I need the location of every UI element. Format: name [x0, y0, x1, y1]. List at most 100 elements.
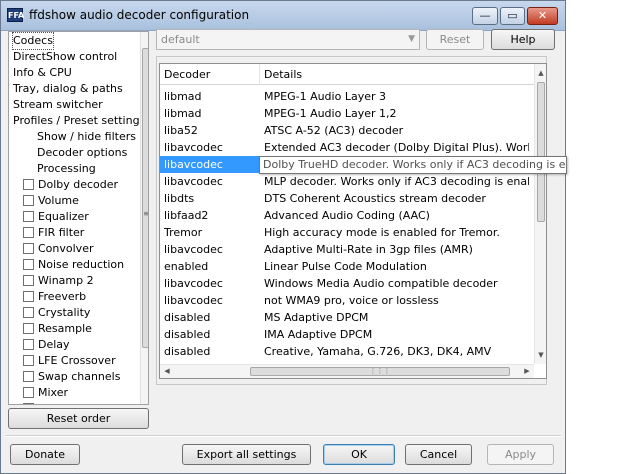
- sidebar-item[interactable]: Winamp 2: [23, 273, 94, 289]
- filter-checkbox[interactable]: [23, 211, 34, 222]
- list-hscroll-thumb[interactable]: ⋮⋮⋮: [250, 367, 510, 376]
- filter-checkbox[interactable]: [23, 355, 34, 366]
- scroll-up-arrow-icon[interactable]: ▲: [535, 66, 546, 80]
- column-header-details[interactable]: Details: [260, 64, 534, 85]
- maximize-button[interactable]: ▭: [500, 7, 525, 25]
- filter-checkbox[interactable]: [23, 275, 34, 286]
- filter-checkbox[interactable]: [23, 195, 34, 206]
- reset-button[interactable]: Reset: [426, 29, 484, 50]
- decoder-row[interactable]: enabled Linear Pulse Code Modulation: [160, 258, 534, 275]
- help-button[interactable]: Help: [491, 29, 555, 50]
- filter-checkbox[interactable]: [23, 259, 34, 270]
- sidebar-item[interactable]: Convolver: [23, 241, 93, 257]
- decoder-row[interactable]: libmad MPEG-1 Audio Layer 3: [160, 88, 534, 105]
- sidebar-item[interactable]: Mixer: [23, 385, 68, 401]
- sidebar-item[interactable]: OSD: [23, 401, 62, 404]
- filter-checkbox[interactable]: [23, 403, 34, 404]
- sidebar-item[interactable]: Stream switcher: [13, 97, 103, 113]
- cancel-button[interactable]: Cancel: [405, 444, 472, 465]
- decoder-cell[interactable]: libfaad2: [164, 207, 256, 224]
- export-all-settings-button[interactable]: Export all settings: [182, 444, 311, 465]
- settings-tree[interactable]: Codecs DirectShow control Info & CPU Tray, …: [8, 31, 149, 405]
- decoder-row[interactable]: liba52 ATSC A-52 (AC3) decoder: [160, 122, 534, 139]
- decoder-row[interactable]: libavcodec MLP decoder. Works only if AC3…: [160, 173, 534, 190]
- decoder-row[interactable]: libavcodec not WMA9 pro, voice or lossles…: [160, 292, 534, 309]
- sidebar-item[interactable]: Show / hide filters: [37, 129, 136, 145]
- decoder-row[interactable]: Tremor High accuracy mode is enabled for …: [160, 224, 534, 241]
- scroll-down-arrow-icon[interactable]: ▼: [535, 348, 546, 362]
- decoder-cell[interactable]: libavcodec: [164, 241, 256, 258]
- sidebar-item[interactable]: Crystality: [23, 305, 90, 321]
- column-header-decoder[interactable]: Decoder: [160, 64, 260, 85]
- decoder-cell[interactable]: libavcodec: [160, 156, 260, 173]
- sidebar-item[interactable]: Freeverb: [23, 289, 86, 305]
- decoder-cell[interactable]: enabled: [164, 258, 256, 275]
- decoder-row[interactable]: libavcodec Windows Media Audio compatible…: [160, 275, 534, 292]
- filter-checkbox[interactable]: [23, 179, 34, 190]
- minimize-button[interactable]: —: [472, 7, 498, 25]
- decoder-row[interactable]: libavcodec Extended AC3 decoder (Dolby Di…: [160, 139, 534, 156]
- donate-button[interactable]: Donate: [10, 444, 80, 465]
- decoder-row[interactable]: libmad MPEG-1 Audio Layer 1,2: [160, 105, 534, 122]
- decoder-row[interactable]: disabled MS Adaptive DPCM: [160, 309, 534, 326]
- decoder-cell[interactable]: liba52: [164, 122, 256, 139]
- decoder-cell[interactable]: libmad: [164, 88, 256, 105]
- decoder-cell[interactable]: libdts: [164, 190, 256, 207]
- sidebar-item[interactable]: Resample: [23, 321, 92, 337]
- tree-scrollbar[interactable]: ≡: [140, 32, 148, 404]
- list-vscroll-thumb[interactable]: [537, 82, 545, 222]
- sidebar-item[interactable]: Codecs: [12, 32, 54, 50]
- sidebar-item[interactable]: Volume: [23, 193, 79, 209]
- decoder-row[interactable]: libavcodec Adaptive Multi-Rate in 3gp fil…: [160, 241, 534, 258]
- sidebar-item[interactable]: LFE Crossover: [23, 353, 116, 369]
- decoder-list[interactable]: Decoder Details libmad MPEG-1 Audio Layer…: [159, 63, 547, 379]
- decoder-row[interactable]: disabled Creative, Yamaha, G.726, DK3, DK…: [160, 343, 534, 360]
- decoder-cell[interactable]: libavcodec: [164, 292, 256, 309]
- filter-checkbox[interactable]: [23, 339, 34, 350]
- filter-checkbox[interactable]: [23, 371, 34, 382]
- title-bar[interactable]: FFA ffdshow audio decoder configuration …: [1, 1, 565, 31]
- decoder-row[interactable]: disabled IMA Adaptive DPCM: [160, 326, 534, 343]
- sidebar-item-label: Mixer: [38, 386, 69, 399]
- sidebar-item-label: Delay: [38, 338, 70, 351]
- apply-button[interactable]: Apply: [487, 444, 554, 465]
- decoder-cell[interactable]: disabled: [164, 326, 256, 343]
- sidebar-item[interactable]: DirectShow control: [13, 49, 117, 65]
- sidebar-item[interactable]: Dolby decoder: [23, 177, 118, 193]
- decoder-cell[interactable]: disabled: [164, 343, 256, 360]
- decoder-cell[interactable]: libavcodec: [164, 139, 256, 156]
- sidebar-item[interactable]: Noise reduction: [23, 257, 124, 273]
- filter-checkbox[interactable]: [23, 243, 34, 254]
- sidebar-item[interactable]: Tray, dialog & paths: [13, 81, 123, 97]
- decoder-cell[interactable]: libavcodec: [164, 173, 256, 190]
- sidebar-item[interactable]: Equalizer: [23, 209, 89, 225]
- tree-scrollbar-thumb[interactable]: ≡: [142, 48, 148, 348]
- filter-checkbox[interactable]: [23, 291, 34, 302]
- decoder-cell[interactable]: libmad: [164, 105, 256, 122]
- decoder-cell[interactable]: Tremor: [164, 224, 256, 241]
- filter-checkbox[interactable]: [23, 307, 34, 318]
- decoder-cell[interactable]: disabled: [164, 309, 256, 326]
- close-button[interactable]: ✕: [527, 7, 558, 25]
- preset-combobox[interactable]: default ▼: [156, 29, 420, 50]
- sidebar-item[interactable]: Processing: [37, 161, 96, 177]
- decoder-row[interactable]: libdts DTS Coherent Acoustics stream deco…: [160, 190, 534, 207]
- decoder-cell[interactable]: libavcodec: [164, 275, 256, 292]
- list-horizontal-scrollbar[interactable]: ◀ ⋮⋮⋮ ▶: [160, 364, 534, 378]
- list-vertical-scrollbar[interactable]: ▲ ▼: [534, 64, 546, 364]
- sidebar-item[interactable]: Info & CPU: [13, 65, 72, 81]
- filter-checkbox[interactable]: [23, 227, 34, 238]
- sidebar-item[interactable]: Delay: [23, 337, 70, 353]
- scroll-left-arrow-icon[interactable]: ◀: [160, 365, 174, 378]
- filter-checkbox[interactable]: [23, 323, 34, 334]
- sidebar-item[interactable]: Swap channels: [23, 369, 120, 385]
- sidebar-item[interactable]: Profiles / Preset settings: [13, 113, 145, 129]
- scroll-right-arrow-icon[interactable]: ▶: [520, 365, 534, 378]
- sidebar-item[interactable]: FIR filter: [23, 225, 84, 241]
- sidebar-item[interactable]: Decoder options: [37, 145, 127, 161]
- filter-checkbox[interactable]: [23, 387, 34, 398]
- reset-order-button[interactable]: Reset order: [8, 408, 149, 429]
- decoder-row[interactable]: libfaad2 Advanced Audio Coding (AAC): [160, 207, 534, 224]
- sidebar-item-label: Equalizer: [38, 210, 89, 223]
- ok-button[interactable]: OK: [323, 444, 395, 465]
